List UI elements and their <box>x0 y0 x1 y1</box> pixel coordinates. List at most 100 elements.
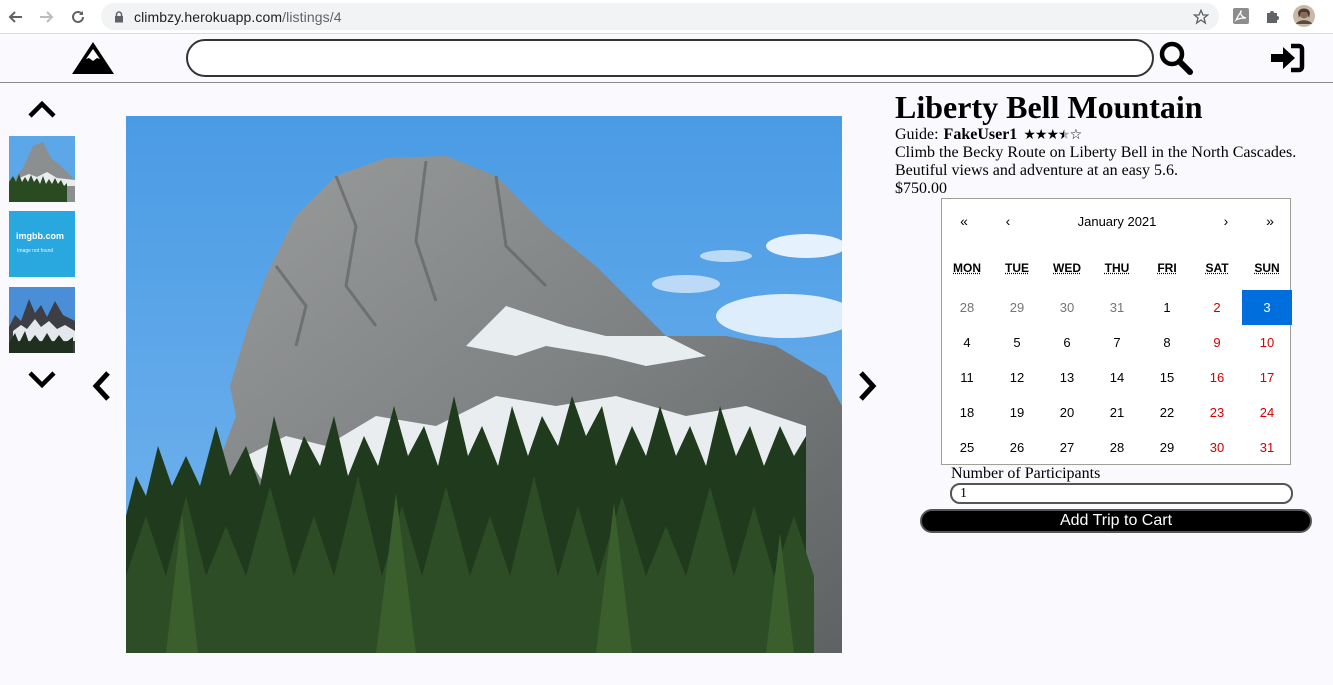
lock-icon <box>115 11 123 23</box>
calendar-day[interactable]: 2 <box>1192 290 1242 325</box>
thumbnail-placeholder-subtitle: Image not found <box>17 248 54 254</box>
guide-rating-stars: ★ ★ ★ ★ ☆ <box>1023 127 1083 143</box>
calendar-prev-year-button[interactable]: « <box>942 199 986 243</box>
guide-name-link[interactable]: FakeUser1 <box>944 126 1018 144</box>
calendar-weekday: MON <box>942 261 992 275</box>
next-image-button[interactable] <box>853 368 881 404</box>
chevron-up-icon <box>28 101 56 118</box>
calendar-weekday-label: TUE <box>1005 261 1029 275</box>
calendar-day[interactable]: 8 <box>1142 325 1192 360</box>
previous-image-button[interactable] <box>88 368 116 404</box>
calendar-weekday: SAT <box>1192 261 1242 275</box>
add-trip-to-cart-button[interactable]: Add Trip to Cart <box>920 509 1312 533</box>
guide-prefix: Guide: <box>895 126 939 143</box>
listing-description: Climb the Becky Route on Liberty Bell in… <box>895 144 1297 179</box>
calendar-day[interactable]: 15 <box>1142 360 1192 395</box>
calendar-day[interactable]: 30 <box>1192 430 1242 465</box>
calendar-weekday: SUN <box>1242 261 1292 275</box>
calendar-day[interactable]: 29 <box>992 290 1042 325</box>
calendar-day[interactable]: 27 <box>1042 430 1092 465</box>
calendar-day[interactable]: 12 <box>992 360 1042 395</box>
thumbnail-mountain-photo <box>9 136 75 202</box>
chevron-down-icon <box>28 371 56 388</box>
browser-back-button[interactable] <box>3 5 27 29</box>
thumbnail-1[interactable] <box>9 136 75 202</box>
calendar-day[interactable]: 28 <box>942 290 992 325</box>
sign-in-button[interactable] <box>1268 41 1306 75</box>
participants-input[interactable] <box>950 483 1293 504</box>
calendar-day-selected[interactable]: 3 <box>1242 290 1292 325</box>
browser-reload-button[interactable] <box>66 5 90 29</box>
calendar-next-year-button[interactable]: » <box>1248 199 1292 243</box>
calendar-day[interactable]: 19 <box>992 395 1042 430</box>
pdf-extension-icon[interactable] <box>1230 5 1252 27</box>
calendar-prev-month-button[interactable]: ‹ <box>986 199 1030 243</box>
thumbnail-scroll-down-button[interactable] <box>25 365 59 393</box>
calendar-day[interactable]: 31 <box>1092 290 1142 325</box>
home-logo-link[interactable] <box>71 40 115 76</box>
sign-in-icon <box>1271 43 1305 73</box>
thumbnail-placeholder-title: imgbb.com <box>16 231 65 241</box>
calendar-day-grid: 28 29 30 31 1 2 3 4 5 6 7 8 9 10 11 12 13 14 15 16 17 18 19 20 2… <box>942 290 1292 465</box>
calendar-weekday: TUE <box>992 261 1042 275</box>
calendar-day[interactable]: 1 <box>1142 290 1192 325</box>
calendar-weekday-label: MON <box>953 261 981 275</box>
calendar-day[interactable]: 22 <box>1142 395 1192 430</box>
calendar-day[interactable]: 29 <box>1142 430 1192 465</box>
search-button[interactable] <box>1157 39 1195 77</box>
calendar-day[interactable]: 20 <box>1042 395 1092 430</box>
thumbnail-scroll-up-button[interactable] <box>25 96 59 124</box>
calendar-day[interactable]: 31 <box>1242 430 1292 465</box>
date-calendar: « ‹ January 2021 › » MON TUE WED THU FRI SAT S… <box>941 198 1292 465</box>
star-full-icon: ★ <box>1023 127 1036 143</box>
address-url: climbzy.herokuapp.com/listings/4 <box>134 9 342 25</box>
main-listing-photo <box>126 116 842 653</box>
magnifier-search-icon <box>1159 41 1193 75</box>
thumbnail-3[interactable] <box>9 287 75 353</box>
thumbnail-2[interactable]: imgbb.com Image not found <box>9 211 75 277</box>
calendar-weekday: FRI <box>1142 261 1192 275</box>
calendar-day[interactable]: 30 <box>1042 290 1092 325</box>
puzzle-extensions-icon[interactable] <box>1262 5 1284 27</box>
address-bar[interactable]: climbzy.herokuapp.com/listings/4 <box>101 3 1219 30</box>
calendar-day[interactable]: 7 <box>1092 325 1142 360</box>
calendar-day[interactable]: 23 <box>1192 395 1242 430</box>
search-input[interactable] <box>186 39 1154 77</box>
calendar-day[interactable]: 10 <box>1242 325 1292 360</box>
calendar-month-label[interactable]: January 2021 <box>1030 199 1204 243</box>
calendar-weekday-label: FRI <box>1157 261 1177 275</box>
calendar-day[interactable]: 13 <box>1042 360 1092 395</box>
calendar-day[interactable]: 5 <box>992 325 1042 360</box>
calendar-weekday: THU <box>1092 261 1142 275</box>
calendar-next-month-button[interactable]: › <box>1204 199 1248 243</box>
calendar-day[interactable]: 4 <box>942 325 992 360</box>
participants-label: Number of Participants <box>951 465 1101 482</box>
calendar-day[interactable]: 9 <box>1192 325 1242 360</box>
url-host: climbzy.herokuapp.com <box>134 9 283 25</box>
reload-icon <box>72 10 84 23</box>
calendar-day[interactable]: 24 <box>1242 395 1292 430</box>
browser-forward-button[interactable] <box>35 5 59 29</box>
mountain-photo <box>126 116 842 653</box>
calendar-weekday-row: MON TUE WED THU FRI SAT SUN <box>942 261 1292 275</box>
calendar-day[interactable]: 28 <box>1092 430 1142 465</box>
site-header <box>0 34 1333 83</box>
calendar-day[interactable]: 6 <box>1042 325 1092 360</box>
calendar-day[interactable]: 26 <box>992 430 1042 465</box>
calendar-day[interactable]: 21 <box>1092 395 1142 430</box>
thumbnail-peaks-photo <box>9 287 75 353</box>
calendar-weekday-label: WED <box>1053 261 1081 275</box>
url-path: /listings/4 <box>282 9 342 25</box>
calendar-day[interactable]: 25 <box>942 430 992 465</box>
star-empty-icon: ☆ <box>1069 127 1083 143</box>
calendar-day[interactable]: 17 <box>1242 360 1292 395</box>
star-full-icon: ★ <box>1046 127 1059 143</box>
calendar-weekday-label: SAT <box>1205 261 1229 275</box>
calendar-day[interactable]: 11 <box>942 360 992 395</box>
calendar-day[interactable]: 14 <box>1092 360 1142 395</box>
profile-avatar[interactable] <box>1293 5 1315 27</box>
star-bookmark-icon[interactable] <box>1193 9 1209 25</box>
calendar-day[interactable]: 16 <box>1192 360 1242 395</box>
mountain-logo-icon <box>72 42 114 74</box>
calendar-day[interactable]: 18 <box>942 395 992 430</box>
